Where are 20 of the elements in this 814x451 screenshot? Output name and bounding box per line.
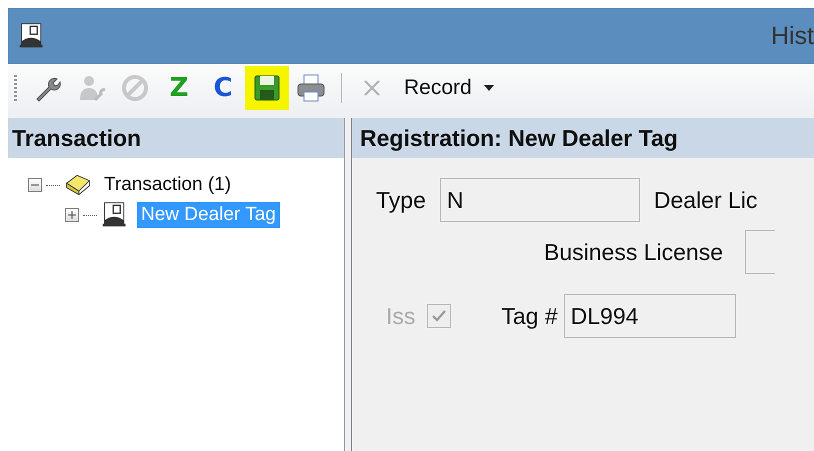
field-label: Tag # <box>501 302 558 330</box>
panel-title: Registration: New Dealer Tag <box>352 118 814 158</box>
text-field[interactable]: DL994 <box>564 294 736 338</box>
expand-toggle[interactable] <box>66 209 78 221</box>
field-label: Type <box>376 186 426 214</box>
letter-button[interactable]: C <box>201 66 245 110</box>
check-icon <box>431 309 448 323</box>
text-field[interactable]: N <box>440 178 640 222</box>
save-button[interactable] <box>245 66 289 110</box>
tree-item[interactable]: Transaction (1) <box>100 172 236 198</box>
field-label: Business License <box>544 238 723 266</box>
prohibited-icon <box>119 72 151 104</box>
text-field[interactable] <box>745 230 775 274</box>
record-dropdown[interactable]: Record <box>394 66 504 110</box>
field-label: Dealer Lic <box>654 186 758 214</box>
printer-icon <box>295 72 327 104</box>
field-label: Iss <box>386 302 416 330</box>
panel-title: Transaction <box>8 118 344 158</box>
caret-icon <box>484 85 494 91</box>
window-title: Hist <box>770 22 814 50</box>
